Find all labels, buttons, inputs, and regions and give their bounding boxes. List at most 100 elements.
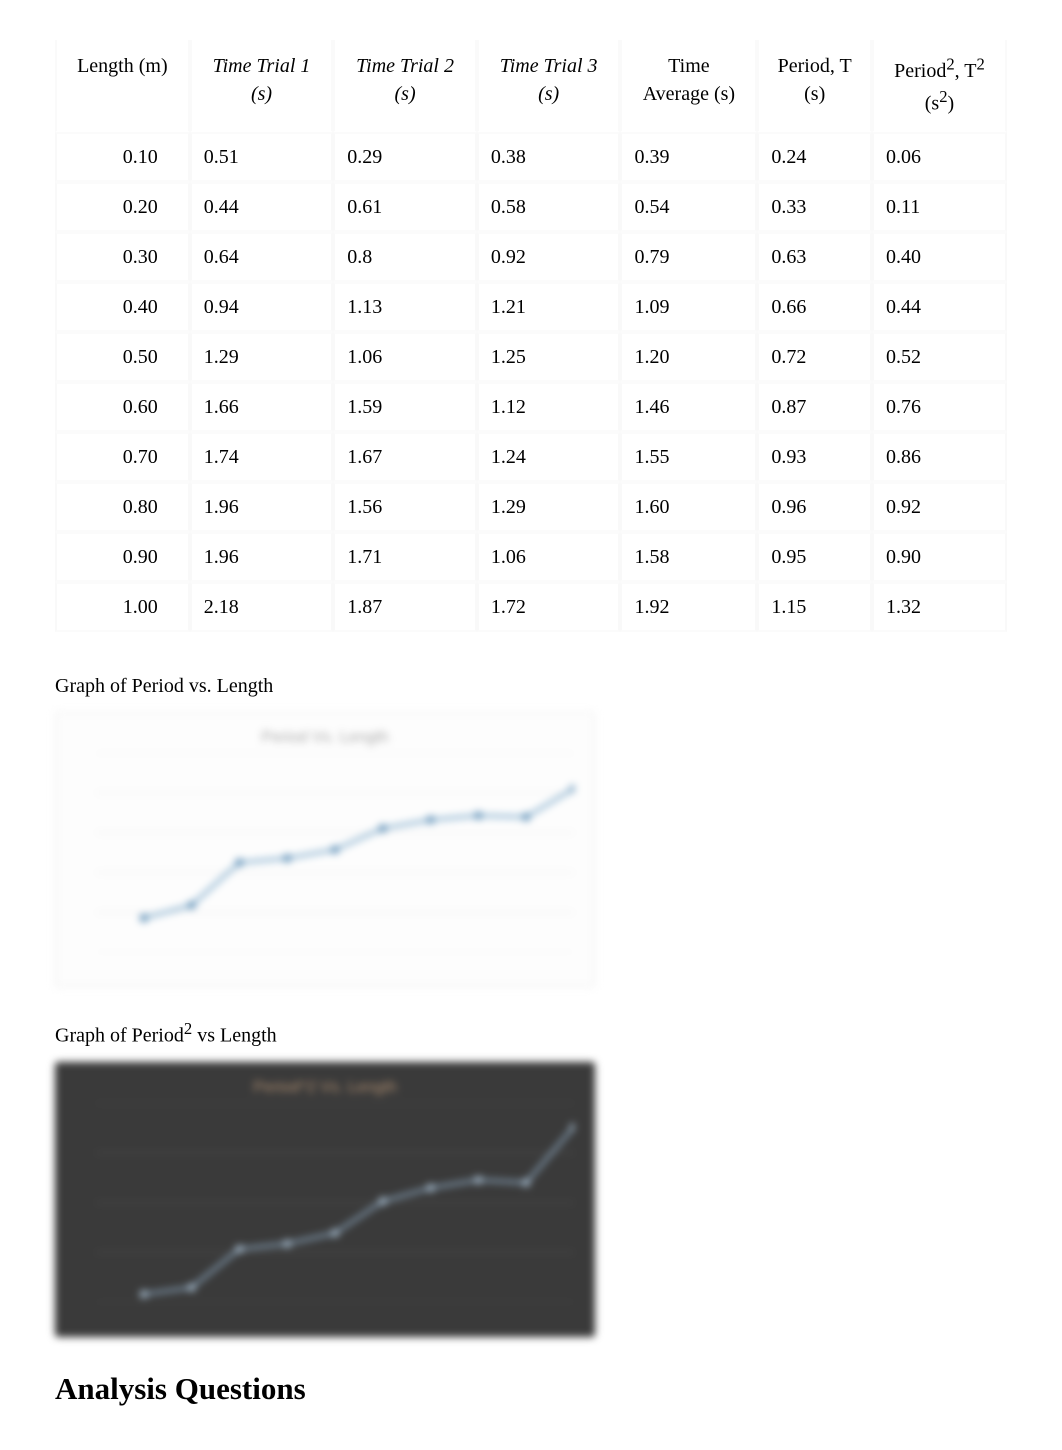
table-cell: 1.66 bbox=[190, 382, 334, 432]
table-cell: 0.90 bbox=[55, 532, 190, 582]
table-cell: 0.8 bbox=[333, 232, 477, 282]
table-cell: 0.11 bbox=[872, 182, 1007, 232]
table-cell: 1.71 bbox=[333, 532, 477, 582]
table-row: 0.501.291.061.251.200.720.52 bbox=[55, 332, 1007, 382]
table-cell: 0.24 bbox=[757, 132, 872, 182]
table-cell: 0.90 bbox=[872, 532, 1007, 582]
table-cell: 1.96 bbox=[190, 482, 334, 532]
graph2-blur-title: Period^2 Vs. Length bbox=[56, 1077, 594, 1099]
table-header: Length (m) Time Trial 1 (s) Time Trial 2… bbox=[55, 40, 1007, 132]
table-cell: 1.96 bbox=[190, 532, 334, 582]
table-cell: 1.32 bbox=[872, 582, 1007, 632]
table-cell: 0.66 bbox=[757, 282, 872, 332]
table-cell: 1.60 bbox=[620, 482, 757, 532]
table-cell: 0.93 bbox=[757, 432, 872, 482]
table-cell: 0.58 bbox=[477, 182, 621, 232]
header-length-label: Length (m) bbox=[77, 55, 168, 77]
graph-period-vs-length: Period Vs. Length bbox=[55, 712, 595, 987]
table-cell: 0.92 bbox=[477, 232, 621, 282]
table-cell: 1.06 bbox=[477, 532, 621, 582]
table-cell: 0.06 bbox=[872, 132, 1007, 182]
header-period: Period, T (s) bbox=[757, 40, 872, 132]
pendulum-data-table: Length (m) Time Trial 1 (s) Time Trial 2… bbox=[55, 40, 1007, 632]
table-row: 1.002.181.871.721.921.151.32 bbox=[55, 582, 1007, 632]
table-row: 0.100.510.290.380.390.240.06 bbox=[55, 132, 1007, 182]
header-trial1-label: Time Trial 1 bbox=[213, 55, 311, 77]
graph2-svg bbox=[96, 1103, 574, 1302]
header-trial3: Time Trial 3 (s) bbox=[477, 40, 621, 132]
header-trial3-unit: (s) bbox=[487, 80, 611, 108]
table-cell: 1.24 bbox=[477, 432, 621, 482]
header-avg-unit: Average (s) bbox=[630, 80, 747, 108]
table-row: 0.601.661.591.121.460.870.76 bbox=[55, 382, 1007, 432]
header-period-label: Period, T bbox=[778, 55, 852, 77]
table-cell: 0.33 bbox=[757, 182, 872, 232]
table-cell: 0.79 bbox=[620, 232, 757, 282]
table-cell: 0.80 bbox=[55, 482, 190, 532]
table-cell: 0.72 bbox=[757, 332, 872, 382]
table-cell: 0.96 bbox=[757, 482, 872, 532]
table-cell: 0.92 bbox=[872, 482, 1007, 532]
table-cell: 0.44 bbox=[872, 282, 1007, 332]
table-cell: 1.74 bbox=[190, 432, 334, 482]
table-row: 0.200.440.610.580.540.330.11 bbox=[55, 182, 1007, 232]
table-row: 0.901.961.711.061.580.950.90 bbox=[55, 532, 1007, 582]
table-cell: 0.29 bbox=[333, 132, 477, 182]
table-cell: 1.09 bbox=[620, 282, 757, 332]
header-avg-label: Time bbox=[668, 55, 710, 77]
table-cell: 1.72 bbox=[477, 582, 621, 632]
table-cell: 1.13 bbox=[333, 282, 477, 332]
table-cell: 1.87 bbox=[333, 582, 477, 632]
table-cell: 1.15 bbox=[757, 582, 872, 632]
table-cell: 1.55 bbox=[620, 432, 757, 482]
table-cell: 0.54 bbox=[620, 182, 757, 232]
table-cell: 0.51 bbox=[190, 132, 334, 182]
table-cell: 0.39 bbox=[620, 132, 757, 182]
table-cell: 0.70 bbox=[55, 432, 190, 482]
table-row: 0.701.741.671.241.550.930.86 bbox=[55, 432, 1007, 482]
table-cell: 0.44 bbox=[190, 182, 334, 232]
table-cell: 1.25 bbox=[477, 332, 621, 382]
table-cell: 1.21 bbox=[477, 282, 621, 332]
header-length: Length (m) bbox=[55, 40, 190, 132]
table-cell: 0.95 bbox=[757, 532, 872, 582]
table-cell: 0.64 bbox=[190, 232, 334, 282]
graph2-label-prefix: Graph of Period bbox=[55, 1025, 184, 1047]
graph1-blur-title: Period Vs. Length bbox=[56, 727, 594, 749]
table-cell: 0.38 bbox=[477, 132, 621, 182]
table-cell: 1.92 bbox=[620, 582, 757, 632]
table-row: 0.801.961.561.291.600.960.92 bbox=[55, 482, 1007, 532]
analysis-questions-heading: Analysis Questions bbox=[55, 1367, 1007, 1410]
table-cell: 1.06 bbox=[333, 332, 477, 382]
table-cell: 0.10 bbox=[55, 132, 190, 182]
table-cell: 1.20 bbox=[620, 332, 757, 382]
table-cell: 0.86 bbox=[872, 432, 1007, 482]
table-cell: 0.52 bbox=[872, 332, 1007, 382]
table-cell: 0.61 bbox=[333, 182, 477, 232]
table-cell: 0.20 bbox=[55, 182, 190, 232]
table-cell: 0.87 bbox=[757, 382, 872, 432]
table-cell: 1.67 bbox=[333, 432, 477, 482]
header-avg: Time Average (s) bbox=[620, 40, 757, 132]
table-row: 0.400.941.131.211.090.660.44 bbox=[55, 282, 1007, 332]
header-period2-label: Period2, T2 bbox=[894, 60, 985, 82]
table-cell: 0.94 bbox=[190, 282, 334, 332]
table-cell: 0.40 bbox=[55, 282, 190, 332]
table-row: 0.300.640.80.920.790.630.40 bbox=[55, 232, 1007, 282]
table-cell: 1.56 bbox=[333, 482, 477, 532]
table-cell: 1.58 bbox=[620, 532, 757, 582]
table-cell: 1.46 bbox=[620, 382, 757, 432]
header-period-unit: (s) bbox=[767, 80, 862, 108]
graph-period2-vs-length: Period^2 Vs. Length bbox=[55, 1062, 595, 1337]
graph1-label: Graph of Period vs. Length bbox=[55, 672, 1007, 700]
table-cell: 0.50 bbox=[55, 332, 190, 382]
table-cell: 1.12 bbox=[477, 382, 621, 432]
table-cell: 1.00 bbox=[55, 582, 190, 632]
table-cell: 0.63 bbox=[757, 232, 872, 282]
header-trial2-label: Time Trial 2 bbox=[356, 55, 454, 77]
header-trial2-unit: (s) bbox=[343, 80, 467, 108]
table-body: 0.100.510.290.380.390.240.060.200.440.61… bbox=[55, 132, 1007, 632]
graph1-svg bbox=[96, 753, 574, 952]
table-cell: 0.30 bbox=[55, 232, 190, 282]
table-cell: 1.59 bbox=[333, 382, 477, 432]
